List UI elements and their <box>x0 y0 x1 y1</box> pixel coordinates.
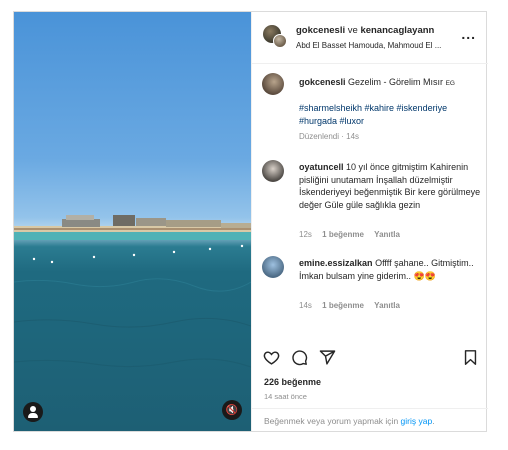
coauthor-username[interactable]: kenancaglayann <box>360 25 434 36</box>
caption-hashtags[interactable]: #sharmelsheikh #kahire #iskenderiye #hur… <box>299 102 482 127</box>
post-details: gokcenesli ve kenancaglayann Abd El Bass… <box>251 12 488 431</box>
comment-time: 12s <box>299 230 312 239</box>
login-link[interactable]: giriş yap <box>401 416 433 426</box>
caption-body: Gezelim - Görelim Mısır <box>348 77 444 87</box>
bookmark-icon[interactable] <box>463 349 478 366</box>
heart-icon[interactable] <box>263 349 280 366</box>
user-tag-icon[interactable] <box>23 402 43 422</box>
avatar[interactable] <box>262 160 284 182</box>
comment-text: emine.essizalkan Offff şahane.. Gitmişti… <box>299 257 482 282</box>
author-username[interactable]: gokcenesli <box>296 25 345 36</box>
comment: emine.essizalkan Offff şahane.. Gitmişti… <box>262 256 480 326</box>
comment: oyatuncell 10 yıl önce gitmiştim Kahiren… <box>262 160 480 250</box>
comment-username[interactable]: emine.essizalkan <box>299 258 373 268</box>
login-prompt: Beğenmek veya yorum yapmak için giriş ya… <box>252 408 488 431</box>
post-time: 14 saat önce <box>264 392 307 401</box>
comment-icon[interactable] <box>291 349 308 366</box>
flag-icon: EG <box>445 80 455 87</box>
caption: gokcenesli Gezelim - Görelim Mısır EG #s… <box>262 73 480 153</box>
comment-meta: 14s 1 beğenme Yanıtla <box>299 301 408 310</box>
like-count[interactable]: 226 beğenme <box>264 377 321 387</box>
login-prompt-suffix: . <box>432 416 435 426</box>
caption-username[interactable]: gokcenesli <box>299 77 346 87</box>
post-authors: gokcenesli ve kenancaglayann <box>296 25 434 36</box>
post-media[interactable]: 🔇 <box>14 12 251 431</box>
avatar[interactable] <box>262 256 284 278</box>
comment-time: 14s <box>299 301 312 310</box>
login-prompt-text: Beğenmek veya yorum yapmak için giriş ya… <box>264 416 435 426</box>
beach-scene <box>14 215 251 368</box>
caption-edited: Düzenlendi · 14s <box>299 132 360 141</box>
comment-text: oyatuncell 10 yıl önce gitmiştim Kahiren… <box>299 161 482 211</box>
share-icon[interactable] <box>319 349 336 366</box>
author-conjunction: ve <box>347 25 358 36</box>
instagram-post: 🔇 gokcenesli ve kenancaglayann Abd El Ba… <box>13 11 488 432</box>
reply-button[interactable]: Yanıtla <box>374 230 400 239</box>
mute-icon[interactable]: 🔇 <box>222 400 242 420</box>
reply-button[interactable]: Yanıtla <box>374 301 400 310</box>
more-options-icon[interactable]: ... <box>461 27 476 41</box>
comment-meta: 12s 1 beğenme Yanıtla <box>299 230 408 239</box>
login-prompt-prefix: Beğenmek veya yorum yapmak için <box>264 416 399 426</box>
comment-likes[interactable]: 1 beğenme <box>322 230 364 239</box>
comment-likes[interactable]: 1 beğenme <box>322 301 364 310</box>
avatar[interactable] <box>262 73 284 95</box>
action-bar <box>252 344 488 374</box>
comment-username[interactable]: oyatuncell <box>299 162 344 172</box>
post-header: gokcenesli ve kenancaglayann Abd El Bass… <box>252 12 488 64</box>
avatar[interactable] <box>273 34 287 48</box>
post-subtitle[interactable]: Abd El Basset Hamouda, Mahmoud El ... <box>296 41 451 50</box>
caption-text: gokcenesli Gezelim - Görelim Mısır EG <box>299 76 482 91</box>
